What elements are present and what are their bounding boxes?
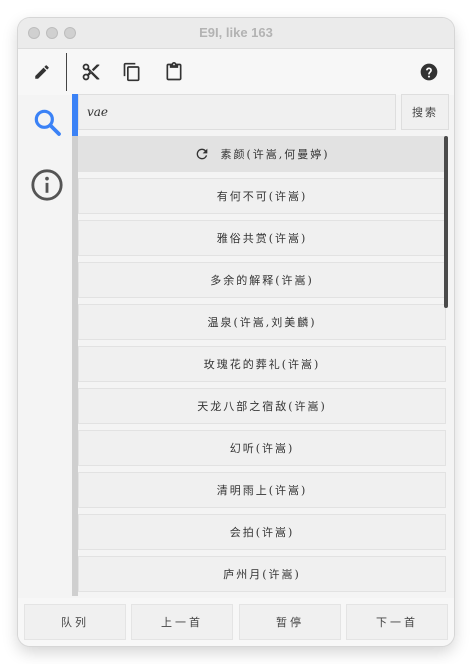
search-icon[interactable] xyxy=(30,105,64,139)
result-row[interactable]: 天龙八部之宿敌(许嵩) xyxy=(78,388,446,424)
app-window: E9I, like 163 搜索 素颜(许嵩,何曼婷) 有何不可(许嵩) 雅俗共赏(… xyxy=(18,18,454,646)
search-input[interactable] xyxy=(78,94,396,130)
result-row[interactable]: 多余的解释(许嵩) xyxy=(78,262,446,298)
title-bar: E9I, like 163 xyxy=(18,18,454,49)
next-track-button[interactable]: 下一首 xyxy=(346,604,448,640)
results-list: 素颜(许嵩,何曼婷) 有何不可(许嵩) 雅俗共赏(许嵩) 多余的解释(许嵩) 温泉(许嵩… xyxy=(78,136,448,596)
result-title: 玫瑰花的葬礼(许嵩) xyxy=(203,358,321,371)
queue-button[interactable]: 队列 xyxy=(24,604,126,640)
result-title: 会拍(许嵩) xyxy=(229,526,295,539)
result-title: 天龙八部之宿敌(许嵩) xyxy=(197,400,327,413)
help-icon[interactable] xyxy=(416,59,442,85)
result-title: 雅俗共赏(许嵩) xyxy=(216,232,308,245)
copy-icon[interactable] xyxy=(119,59,145,85)
result-row[interactable]: 玫瑰花的葬礼(许嵩) xyxy=(78,346,446,382)
search-button[interactable]: 搜索 xyxy=(401,94,449,130)
result-title: 有何不可(许嵩) xyxy=(216,190,308,203)
result-title: 庐州月(许嵩) xyxy=(223,568,301,581)
refresh-icon xyxy=(194,146,210,162)
result-row[interactable]: 会拍(许嵩) xyxy=(78,514,446,550)
pause-button[interactable]: 暂停 xyxy=(239,604,341,640)
result-title: 清明雨上(许嵩) xyxy=(216,484,308,497)
result-row[interactable]: 清明雨上(许嵩) xyxy=(78,472,446,508)
result-row[interactable]: 素颜(许嵩,何曼婷) xyxy=(78,136,446,172)
scissors-icon[interactable] xyxy=(78,59,104,85)
toolbar xyxy=(18,49,454,95)
results-scrollbar[interactable] xyxy=(444,136,448,308)
previous-track-button[interactable]: 上一首 xyxy=(131,604,233,640)
toolbar-divider xyxy=(66,53,67,91)
info-icon[interactable] xyxy=(30,168,64,202)
result-row[interactable]: 有何不可(许嵩) xyxy=(78,178,446,214)
sidebar xyxy=(18,95,72,595)
pencil-icon[interactable] xyxy=(29,59,55,85)
window-title: E9I, like 163 xyxy=(199,25,273,40)
result-row[interactable]: 庐州月(许嵩) xyxy=(78,556,446,592)
result-row[interactable]: 雅俗共赏(许嵩) xyxy=(78,220,446,256)
playback-bar: 队列 上一首 暂停 下一首 xyxy=(18,598,454,646)
result-title: 素颜(许嵩,何曼婷) xyxy=(220,148,330,161)
result-title: 多余的解释(许嵩) xyxy=(210,274,314,287)
result-title: 幻听(许嵩) xyxy=(229,442,295,455)
result-row[interactable]: 幻听(许嵩) xyxy=(78,430,446,466)
paste-icon[interactable] xyxy=(161,59,187,85)
result-row[interactable]: 温泉(许嵩,刘美麟) xyxy=(78,304,446,340)
result-title: 温泉(许嵩,刘美麟) xyxy=(207,316,317,329)
